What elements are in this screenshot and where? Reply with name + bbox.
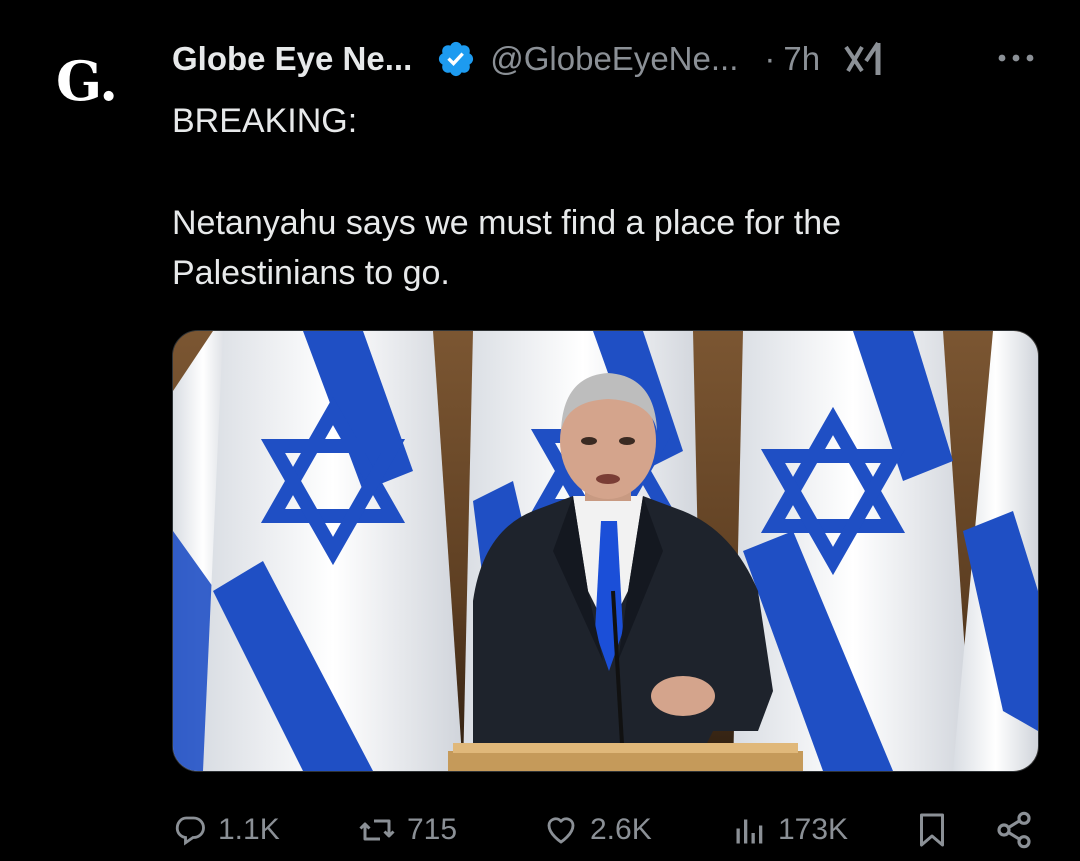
author-handle[interactable]: @GlobeEyeNe...: [490, 40, 738, 78]
share-icon: [997, 811, 1031, 849]
verified-badge-icon: [439, 41, 474, 77]
tweet-media-image[interactable]: [172, 330, 1039, 772]
tweet-timestamp[interactable]: 7h: [783, 40, 820, 78]
bookmark-icon: [920, 813, 944, 847]
author-display-name[interactable]: Globe Eye Ne...: [172, 40, 412, 78]
tweet-action-bar: 1.1K 715 2.6K 173K: [172, 805, 1037, 855]
share-button[interactable]: [994, 805, 1034, 855]
repost-icon: [359, 819, 395, 841]
grok-icon[interactable]: [842, 39, 886, 79]
podium: [448, 743, 803, 771]
flag-1: [203, 331, 463, 771]
reply-button[interactable]: 1.1K: [172, 805, 280, 855]
flag-3: [733, 331, 973, 771]
tweet-header: Globe Eye Ne... @GlobeEyeNe... · 7h: [172, 36, 886, 82]
more-options-icon[interactable]: [996, 48, 1036, 68]
bookmark-button[interactable]: [914, 805, 950, 855]
tweet-text: BREAKING: Netanyahu says we must find a …: [172, 96, 1032, 298]
views-count: 173K: [778, 813, 849, 846]
like-count: 2.6K: [590, 813, 652, 846]
heart-icon: [547, 817, 575, 844]
repost-count: 715: [407, 813, 458, 846]
tweet-line-breaking: BREAKING:: [172, 102, 358, 140]
like-button[interactable]: 2.6K: [542, 805, 652, 855]
avatar-logo: G.: [56, 49, 118, 113]
views-button[interactable]: 173K: [732, 805, 848, 855]
views-chart-icon: [736, 819, 763, 844]
author-avatar[interactable]: G.: [50, 42, 140, 132]
tweet-line-body: Netanyahu says we must find a place for …: [172, 204, 842, 292]
reply-icon: [175, 816, 205, 846]
media-photo: [173, 331, 1038, 771]
repost-button[interactable]: 715: [357, 805, 457, 855]
separator-dot: ·: [764, 40, 776, 77]
reply-count: 1.1K: [218, 813, 280, 846]
